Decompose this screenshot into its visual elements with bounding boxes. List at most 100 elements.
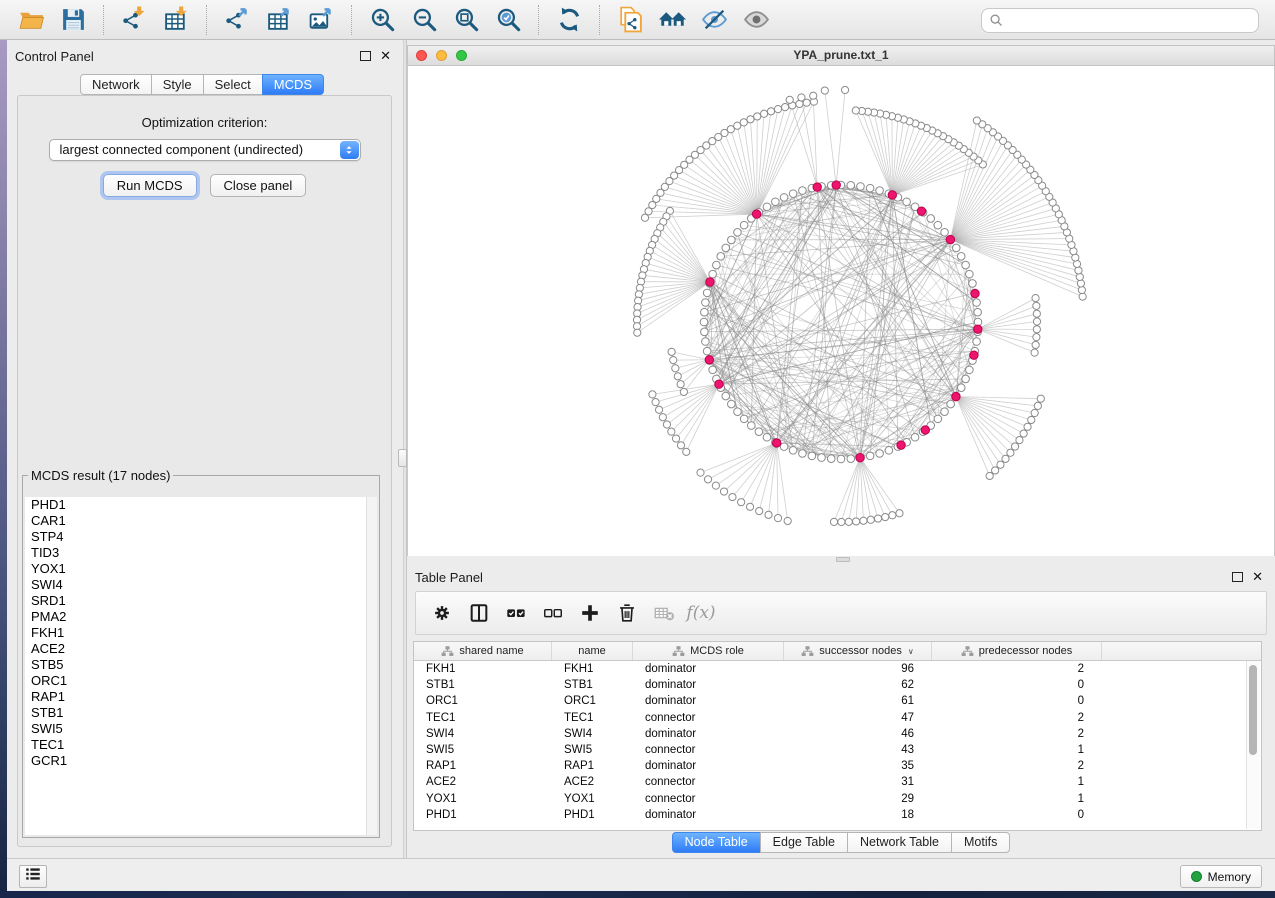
export-image-button[interactable] <box>303 4 339 36</box>
close-panel-icon[interactable]: ✕ <box>380 51 391 61</box>
graph-node[interactable] <box>729 493 736 500</box>
column-header-shared-name[interactable]: shared name <box>414 642 552 660</box>
graph-node[interactable] <box>903 198 911 206</box>
graph-node[interactable] <box>740 119 747 126</box>
graph-node[interactable] <box>876 187 884 195</box>
network-window-titlebar[interactable]: YPA_prune.txt_1 <box>407 45 1275 66</box>
graph-node[interactable] <box>853 518 860 525</box>
table-scrollbar[interactable] <box>1246 661 1260 829</box>
graph-node[interactable] <box>860 517 867 524</box>
mcds-result-list[interactable]: PHD1CAR1STP4TID3YOX1SWI4SRD1PMA2FKH1ACE2… <box>25 497 377 835</box>
graph-node[interactable] <box>810 92 817 99</box>
graph-node[interactable] <box>700 318 708 326</box>
add-column-button[interactable] <box>578 601 602 625</box>
table-row[interactable]: RAP1RAP1dominator352 <box>414 758 1261 774</box>
graph-node[interactable] <box>655 406 662 413</box>
graph-node[interactable] <box>1032 341 1039 348</box>
graph-node[interactable] <box>852 107 859 114</box>
graph-node[interactable] <box>756 507 763 514</box>
graph-node[interactable] <box>728 236 736 244</box>
graph-node[interactable] <box>746 503 753 510</box>
graph-node[interactable] <box>1031 409 1038 416</box>
graph-node[interactable] <box>734 408 742 416</box>
graph-node[interactable] <box>934 221 942 229</box>
table-row[interactable]: FKH1FKH1dominator962 <box>414 661 1261 677</box>
horizontal-divider-grip[interactable] <box>836 557 850 562</box>
import-table-button[interactable] <box>158 4 194 36</box>
split-panel-button[interactable] <box>467 601 491 625</box>
graph-node[interactable] <box>717 253 725 261</box>
graph-node[interactable] <box>962 375 970 383</box>
graph-node[interactable] <box>866 452 874 460</box>
graph-node[interactable] <box>1034 402 1041 409</box>
mcds-result-item[interactable]: GCR1 <box>25 753 377 769</box>
graph-node[interactable] <box>786 96 793 103</box>
graph-node[interactable] <box>1011 443 1018 450</box>
delete-column-button[interactable] <box>615 601 639 625</box>
graph-node[interactable] <box>966 366 974 374</box>
graph-node[interactable] <box>754 113 761 120</box>
graph-node[interactable] <box>837 455 845 463</box>
graph-node[interactable] <box>784 517 791 524</box>
graph-node[interactable] <box>781 104 788 111</box>
mcds-node[interactable] <box>921 426 929 434</box>
mcds-result-item[interactable]: ACE2 <box>25 641 377 657</box>
mcds-result-item[interactable]: TEC1 <box>25 737 377 753</box>
table-row[interactable]: PHD1PHD1dominator180 <box>414 807 1261 823</box>
optimization-criterion-select[interactable]: largest connected component (undirected) <box>49 139 361 161</box>
graph-node[interactable] <box>734 228 742 236</box>
tab-network[interactable]: Network <box>80 74 152 95</box>
tab-node-table[interactable]: Node Table <box>672 832 761 853</box>
graph-node[interactable] <box>962 261 970 269</box>
table-row[interactable]: TEC1TEC1connector472 <box>414 710 1261 726</box>
graph-node[interactable] <box>747 422 755 430</box>
graph-node[interactable] <box>973 299 981 307</box>
graph-node[interactable] <box>755 428 763 436</box>
mcds-node[interactable] <box>752 210 760 218</box>
graph-node[interactable] <box>973 338 981 346</box>
graph-node[interactable] <box>763 203 771 211</box>
graph-node[interactable] <box>874 515 881 522</box>
graph-node[interactable] <box>941 408 949 416</box>
float-panel-icon[interactable] <box>360 51 371 61</box>
graph-node[interactable] <box>885 447 893 455</box>
graph-node[interactable] <box>1033 326 1040 333</box>
table-row[interactable]: STB1STB1dominator620 <box>414 677 1261 693</box>
graph-node[interactable] <box>818 454 826 462</box>
mcds-result-item[interactable]: FKH1 <box>25 625 377 641</box>
graph-node[interactable] <box>772 198 780 206</box>
graph-node[interactable] <box>986 472 993 479</box>
mcds-node[interactable] <box>952 392 960 400</box>
graph-node[interactable] <box>680 388 687 395</box>
graph-node[interactable] <box>957 253 965 261</box>
mcds-node[interactable] <box>813 183 821 191</box>
save-session-button[interactable] <box>55 4 91 36</box>
graph-node[interactable] <box>683 448 690 455</box>
graph-node[interactable] <box>1076 273 1083 280</box>
graph-node[interactable] <box>952 244 960 252</box>
graph-node[interactable] <box>712 482 719 489</box>
graph-node[interactable] <box>1031 349 1038 356</box>
deselect-all-button[interactable] <box>541 601 565 625</box>
graph-node[interactable] <box>799 187 807 195</box>
mcds-result-item[interactable]: SWI5 <box>25 721 377 737</box>
tab-network-table[interactable]: Network Table <box>847 832 952 853</box>
graph-node[interactable] <box>765 511 772 518</box>
zoom-out-button[interactable] <box>406 4 442 36</box>
graph-node[interactable] <box>882 513 889 520</box>
graph-node[interactable] <box>763 433 771 441</box>
graph-node[interactable] <box>997 461 1004 468</box>
graph-node[interactable] <box>1020 430 1027 437</box>
table-row[interactable]: SWI5SWI5connector431 <box>414 742 1261 758</box>
graph-node[interactable] <box>722 392 730 400</box>
graph-node[interactable] <box>747 116 754 123</box>
graph-node[interactable] <box>1007 449 1014 456</box>
mcds-node[interactable] <box>971 289 979 297</box>
mcds-result-item[interactable]: CAR1 <box>25 513 377 529</box>
graph-node[interactable] <box>1033 310 1040 317</box>
graph-node[interactable] <box>659 414 666 421</box>
zoom-in-button[interactable] <box>364 4 400 36</box>
table-row[interactable]: ACE2ACE2connector311 <box>414 774 1261 790</box>
graph-node[interactable] <box>674 373 681 380</box>
mcds-node[interactable] <box>856 453 864 461</box>
